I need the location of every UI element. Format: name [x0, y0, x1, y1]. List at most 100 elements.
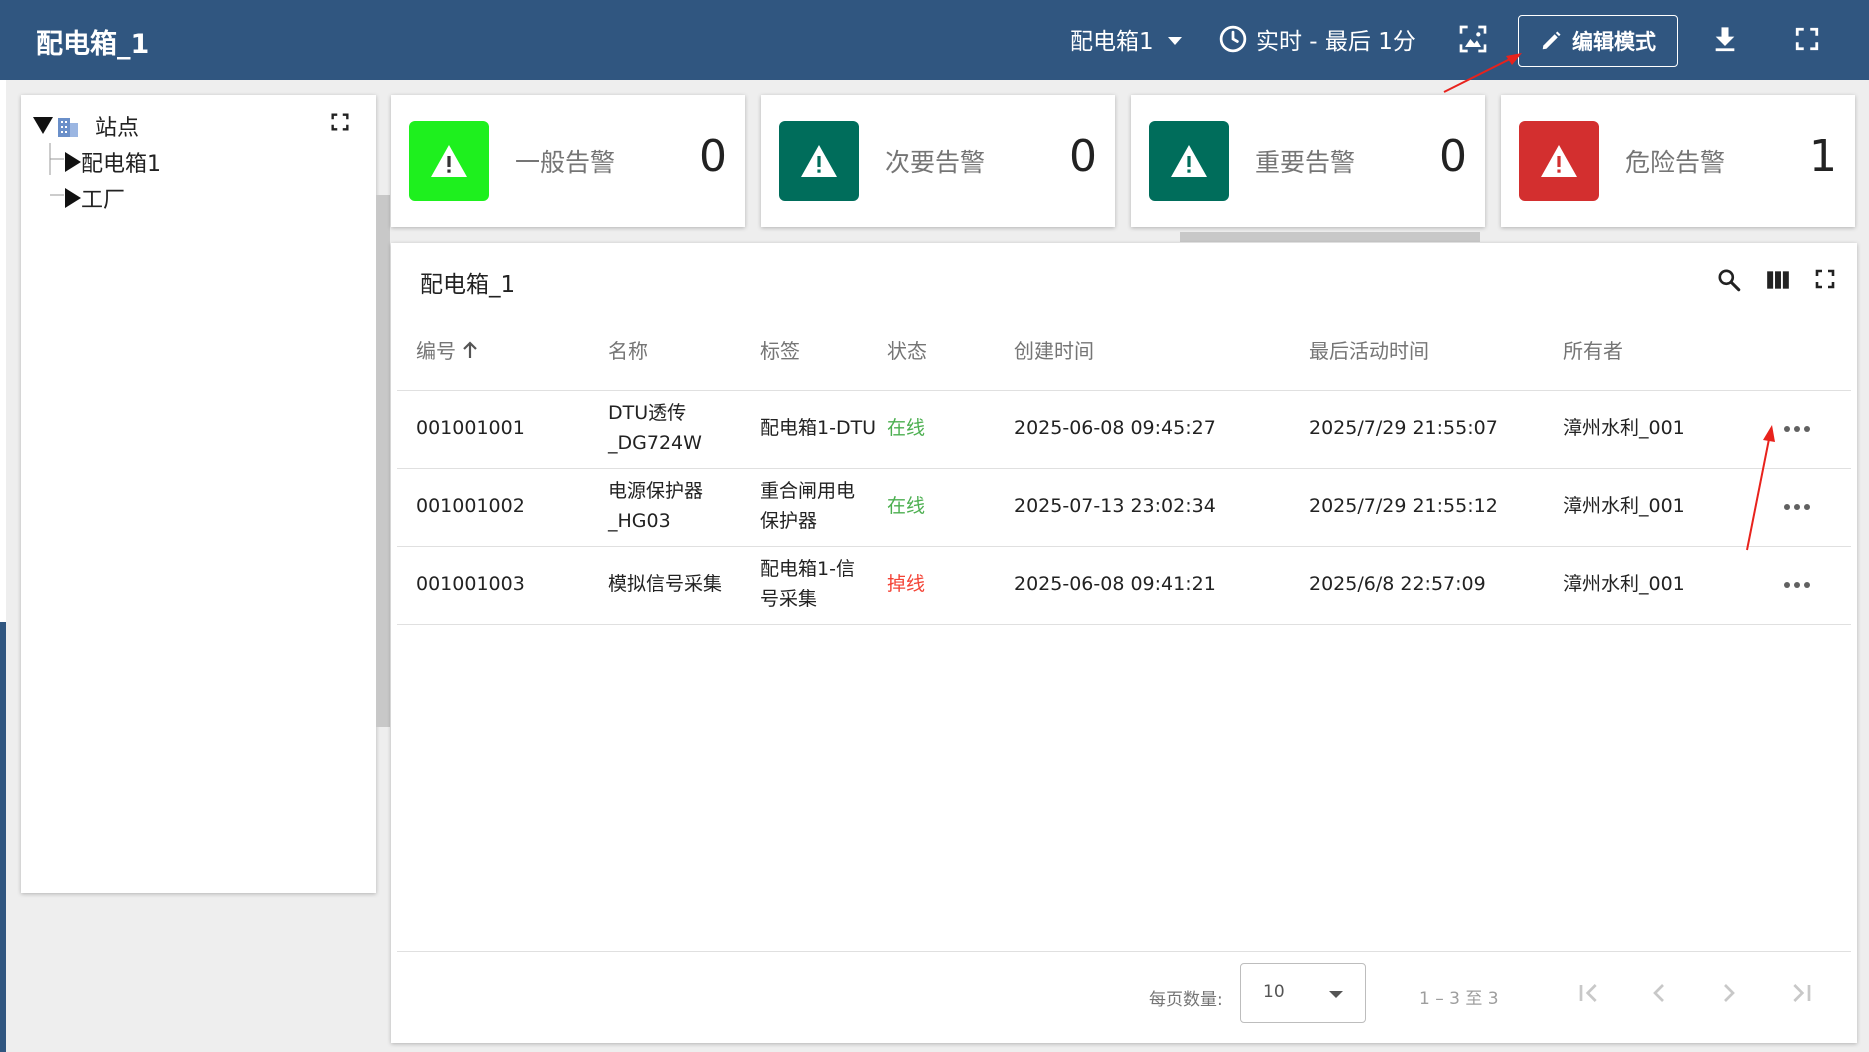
scrollbar[interactable] — [376, 195, 390, 727]
more-icon — [1804, 504, 1810, 510]
page-size-value: 10 — [1263, 982, 1285, 1002]
row-more-button[interactable] — [1784, 578, 1816, 592]
chevron-down-icon — [1167, 36, 1182, 45]
alarm-card-minor[interactable]: 次要告警 0 — [761, 95, 1115, 227]
column-header-label: 标签 — [760, 339, 800, 363]
triangle-down-icon — [33, 117, 53, 134]
cell-status-offline: 掉线 — [887, 573, 926, 595]
triangle-right-icon — [65, 152, 81, 172]
column-header-id[interactable]: 编号 — [416, 335, 478, 364]
alarm-count: 0 — [1439, 131, 1467, 182]
edit-mode-label: 编辑模式 — [1572, 30, 1656, 54]
divider — [397, 546, 1851, 547]
device-select[interactable]: 配电箱1 — [1070, 22, 1182, 56]
clock-icon — [1219, 25, 1247, 53]
first-page-icon — [1579, 984, 1597, 1002]
tree-fullscreen-button[interactable] — [329, 111, 357, 139]
top-bar: 配电箱_1 配电箱1 实时 - 最后 1分 编辑模式 — [0, 0, 1869, 80]
cell-last-active: 2025/7/29 21:55:12 — [1309, 495, 1498, 517]
column-header-status[interactable]: 状态 — [887, 335, 927, 364]
first-page-button[interactable] — [1573, 977, 1605, 1009]
column-header-tag[interactable]: 标签 — [760, 335, 800, 364]
page-range: 1 – 3 至 3 — [1419, 989, 1499, 1009]
time-window-label: 实时 - 最后 1分 — [1256, 29, 1416, 55]
last-page-button[interactable] — [1785, 977, 1817, 1009]
cell-owner: 漳州水利_001 — [1563, 573, 1685, 595]
column-header-label: 最后活动时间 — [1309, 339, 1429, 363]
tree-node-child[interactable]: 配电箱1 — [65, 146, 161, 178]
warning-icon — [801, 145, 837, 177]
cell-created: 2025-07-13 23:02:34 — [1014, 495, 1216, 517]
building-icon — [58, 118, 78, 137]
more-icon — [1794, 582, 1800, 588]
cell-last-active: 2025/6/8 22:57:09 — [1309, 573, 1486, 595]
column-header-label: 编号 — [416, 339, 456, 363]
cell-owner: 漳州水利_001 — [1563, 417, 1685, 439]
search-icon — [1718, 269, 1741, 292]
cell-name-line2: _DG724W — [608, 432, 702, 454]
edit-mode-button[interactable]: 编辑模式 — [1518, 15, 1678, 67]
cell-status-online: 在线 — [887, 495, 926, 517]
cell-tag: 配电箱1-DTU — [760, 417, 877, 439]
tree-node-child[interactable]: 工厂 — [65, 182, 125, 214]
divider — [397, 390, 1851, 391]
column-header-label: 创建时间 — [1014, 339, 1094, 363]
alarm-count: 1 — [1809, 131, 1837, 182]
dashboard-title: 配电箱_1 — [36, 29, 150, 60]
more-icon — [1804, 426, 1810, 432]
alarm-label: 次要告警 — [885, 148, 986, 177]
cell-status-online: 在线 — [887, 417, 926, 439]
column-header-owner[interactable]: 所有者 — [1563, 335, 1623, 364]
tree-node-root[interactable]: 站点 — [33, 110, 139, 142]
cell-id: 001001002 — [416, 495, 525, 517]
image-export-button[interactable] — [1456, 22, 1490, 56]
cell-created: 2025-06-08 09:45:27 — [1014, 417, 1216, 439]
alarm-label: 一般告警 — [515, 148, 616, 177]
row-more-button[interactable] — [1784, 500, 1816, 514]
alarm-card-major[interactable]: 重要告警 0 — [1131, 95, 1485, 227]
more-icon — [1804, 582, 1810, 588]
horizontal-scrollbar[interactable] — [1180, 232, 1480, 242]
row-more-button[interactable] — [1784, 422, 1816, 436]
alarm-card-general[interactable]: 一般告警 0 — [391, 95, 745, 227]
tree-node-child-label: 工厂 — [81, 188, 126, 213]
cell-name-line2: _HG03 — [608, 510, 671, 532]
last-page-icon — [1793, 984, 1811, 1002]
column-header-name[interactable]: 名称 — [608, 335, 648, 364]
previous-page-button[interactable] — [1643, 977, 1675, 1009]
device-select-label: 配电箱1 — [1070, 29, 1154, 55]
next-page-button[interactable] — [1713, 977, 1745, 1009]
warning-icon — [1171, 145, 1207, 177]
alarm-label: 重要告警 — [1255, 148, 1356, 177]
cell-id: 001001003 — [416, 573, 525, 595]
page-size-select[interactable]: 10 — [1240, 963, 1366, 1023]
pencil-icon — [1542, 31, 1561, 50]
cell-last-active: 2025/7/29 21:55:07 — [1309, 417, 1498, 439]
fullscreen-icon — [1795, 27, 1819, 51]
time-window-button[interactable]: 实时 - 最后 1分 — [1218, 22, 1416, 56]
search-button[interactable] — [1716, 267, 1744, 295]
footer-divider — [397, 951, 1851, 952]
left-edge-dark — [0, 622, 6, 1052]
more-icon — [1784, 504, 1790, 510]
alarm-badge — [1149, 121, 1229, 201]
cell-tag-line2: 保护器 — [760, 510, 818, 532]
more-icon — [1784, 426, 1790, 432]
column-header-label: 状态 — [887, 339, 927, 363]
tree-node-root-label: 站点 — [95, 116, 140, 141]
alarm-badge — [1519, 121, 1599, 201]
fullscreen-button[interactable] — [1790, 22, 1824, 56]
table-fullscreen-button[interactable] — [1813, 267, 1841, 295]
arrow-up-icon — [463, 340, 477, 358]
divider — [397, 624, 1851, 625]
cell-tag-line1: 配电箱1-信 — [760, 558, 855, 580]
alarm-card-critical[interactable]: 危险告警 1 — [1501, 95, 1855, 227]
columns-button[interactable] — [1765, 267, 1793, 295]
column-header-created[interactable]: 创建时间 — [1014, 335, 1094, 364]
alarm-label: 危险告警 — [1625, 148, 1726, 177]
alarm-count: 0 — [699, 131, 727, 182]
triangle-right-icon — [65, 188, 81, 208]
download-button[interactable] — [1708, 22, 1742, 56]
more-icon — [1794, 426, 1800, 432]
column-header-last-active[interactable]: 最后活动时间 — [1309, 335, 1429, 364]
